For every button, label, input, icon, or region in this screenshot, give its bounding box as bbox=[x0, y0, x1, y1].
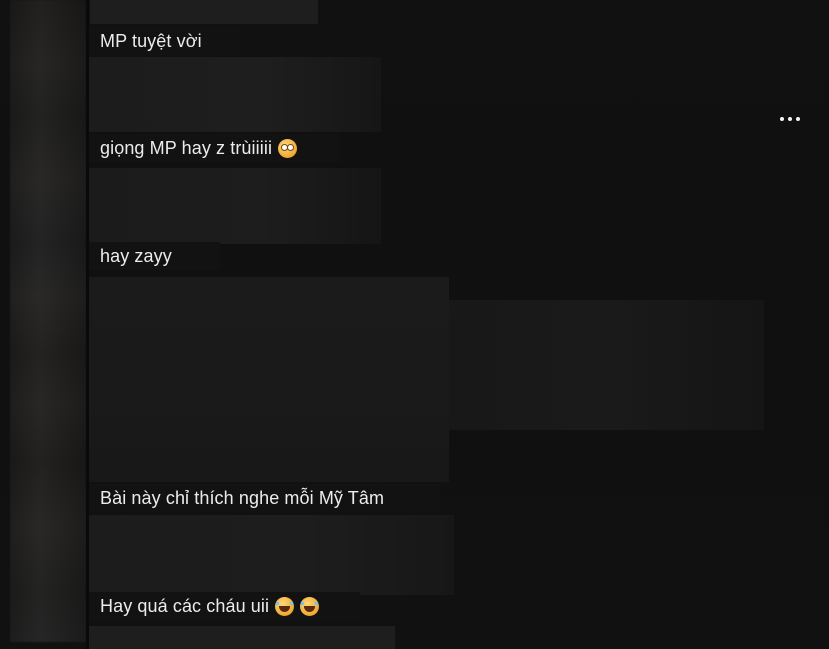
blurred-media bbox=[449, 300, 764, 430]
comment-label: hay zayy bbox=[100, 245, 172, 266]
comment-text: Bài này chỉ thích nghe mỗi Mỹ Tâm bbox=[89, 484, 440, 512]
blurred-media bbox=[89, 57, 381, 132]
blurred-media bbox=[89, 515, 454, 595]
comment-label: giọng MP hay z trùiiiii bbox=[100, 137, 273, 158]
comment-text: giọng MP hay z trùiiiii bbox=[89, 134, 340, 162]
comment-feed: MP tuyệt vời giọng MP hay z trùiiiii hay… bbox=[0, 0, 829, 649]
laughing-face-icon bbox=[300, 596, 320, 616]
comment-label: MP tuyệt vời bbox=[100, 30, 202, 51]
blurred-media bbox=[90, 0, 318, 24]
comment-text: MP tuyệt vời bbox=[89, 27, 240, 55]
dot bbox=[796, 117, 800, 121]
comment-label: Hay quá các cháu uii bbox=[100, 595, 270, 616]
comment-label: Bài này chỉ thích nghe mỗi Mỹ Tâm bbox=[100, 487, 385, 508]
dot bbox=[780, 117, 784, 121]
blurred-media bbox=[89, 168, 381, 244]
more-options-icon[interactable] bbox=[775, 108, 805, 130]
blurred-media bbox=[89, 626, 395, 649]
avatar-rail bbox=[10, 0, 86, 642]
blurred-media bbox=[89, 277, 449, 482]
laughing-face-icon bbox=[275, 596, 295, 616]
dot bbox=[788, 117, 792, 121]
comment-text: hay zayy bbox=[89, 242, 220, 270]
comment-text: Hay quá các cháu uii bbox=[89, 592, 360, 620]
flushed-face-icon bbox=[278, 138, 298, 158]
